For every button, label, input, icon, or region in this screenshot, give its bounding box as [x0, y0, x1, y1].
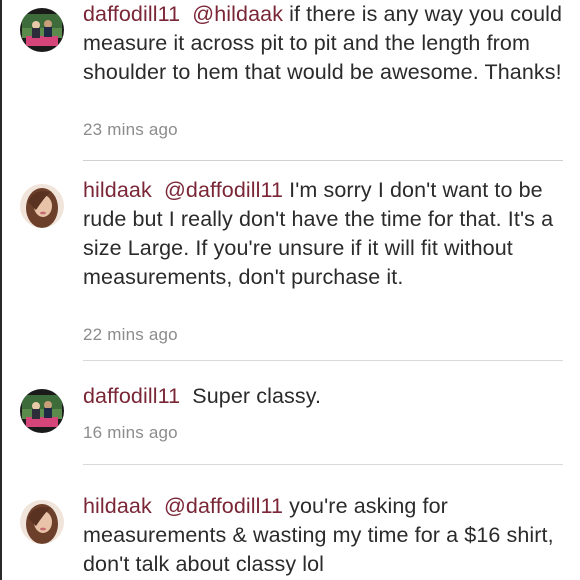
avatar[interactable]: [20, 8, 64, 52]
hildaak-avatar-icon: [20, 500, 64, 544]
comment-username[interactable]: daffodill11: [83, 384, 180, 408]
comment-text: daffodill11 @hildaak if there is any way…: [83, 0, 563, 87]
comment-username[interactable]: hildaak: [83, 178, 152, 202]
comment-timestamp: 22 mins ago: [83, 325, 178, 344]
comment-mention[interactable]: @daffodill11: [164, 494, 283, 518]
comment-mention[interactable]: @daffodill11: [164, 178, 283, 202]
daffodill11-avatar-icon: [20, 389, 64, 433]
avatar[interactable]: [20, 500, 64, 544]
avatar[interactable]: [20, 184, 64, 228]
comment-body: I'm sorry I don't want to be rude but I …: [83, 178, 554, 289]
divider: [83, 160, 563, 161]
daffodill11-avatar-icon: [20, 8, 64, 52]
comment-text: hildaak @daffodill11 you're asking for m…: [83, 492, 563, 579]
comment-body: you're asking for measurements & wasting…: [83, 494, 554, 576]
comment-body: Super classy.: [192, 384, 322, 408]
comment-mention[interactable]: @hildaak: [192, 2, 283, 26]
comment-timestamp: 16 mins ago: [83, 423, 178, 442]
comment-text: hildaak @daffodill11 I'm sorry I don't w…: [83, 176, 563, 292]
comment-username[interactable]: daffodill11: [83, 2, 180, 26]
divider: [83, 464, 563, 465]
avatar[interactable]: [20, 389, 64, 433]
comment-timestamp: 23 mins ago: [83, 120, 178, 139]
comment-text: daffodill11 Super classy.: [83, 382, 563, 411]
hildaak-avatar-icon: [20, 184, 64, 228]
comment-username[interactable]: hildaak: [83, 494, 152, 518]
screen-edge: [0, 0, 2, 580]
divider: [83, 360, 563, 361]
